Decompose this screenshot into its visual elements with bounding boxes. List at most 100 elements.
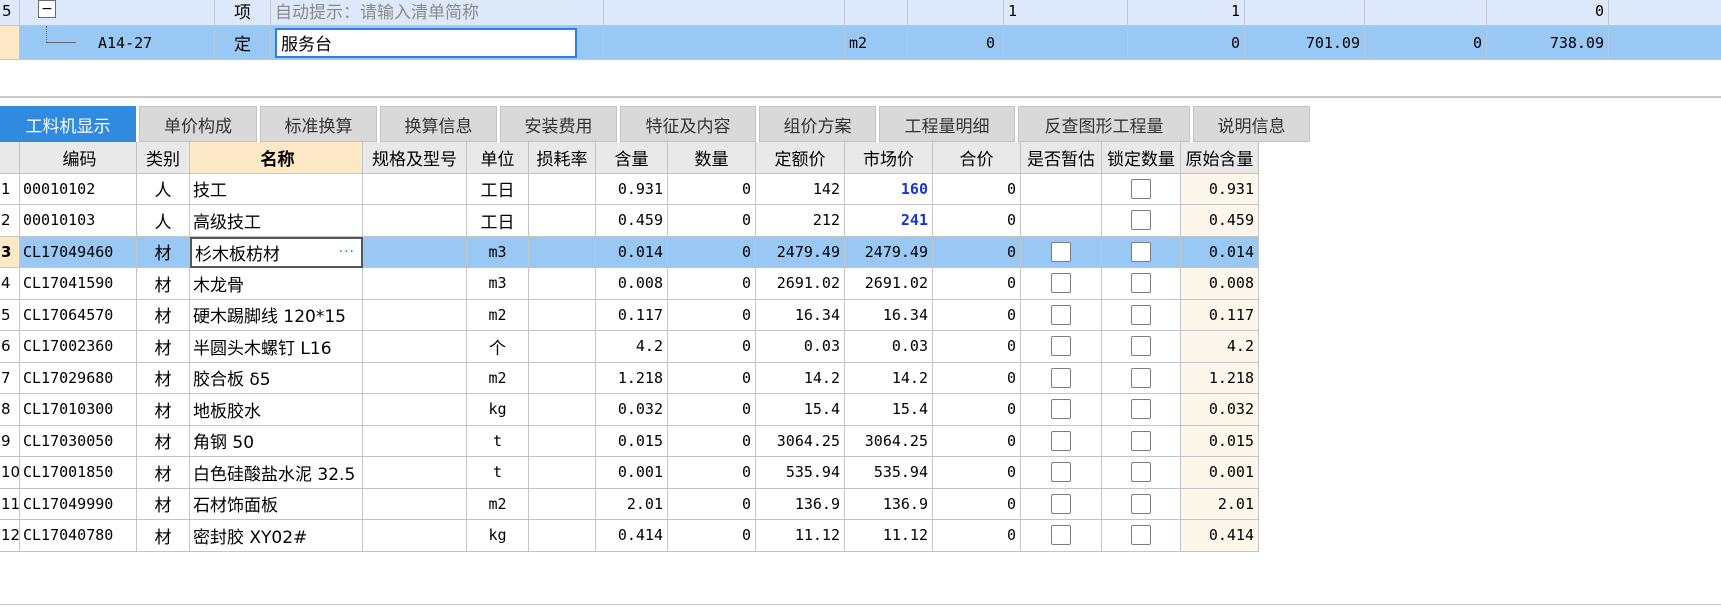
unit-cell[interactable]: m2: [467, 299, 529, 331]
col-header-lock-qty[interactable]: 锁定数量: [1102, 142, 1181, 174]
provisional-cell[interactable]: [1021, 457, 1102, 489]
spec-cell[interactable]: [363, 299, 467, 331]
content-cell[interactable]: 0.459: [596, 205, 668, 237]
table-row[interactable]: 4 CL17041590 材木龙骨 m3 0.008 0 2691.02 2691.02 0 0.…: [0, 268, 1259, 300]
market-price-cell[interactable]: 241: [845, 205, 933, 237]
tab-pricing-plan[interactable]: 组价方案: [759, 106, 876, 142]
lock-qty-checkbox[interactable]: [1131, 430, 1151, 451]
provisional-checkbox[interactable]: [1051, 367, 1071, 388]
provisional-cell[interactable]: [1021, 205, 1102, 237]
col-header-unit[interactable]: 单位: [467, 142, 529, 174]
tab-install-fee[interactable]: 安装费用: [500, 106, 617, 142]
quantity-cell[interactable]: 0: [668, 268, 756, 300]
table-row[interactable]: 2 00010103 人高级技工 工日 0.459 0 212 241 0 0.459: [0, 205, 1259, 237]
unit-cell[interactable]: m3: [467, 236, 529, 268]
table-row[interactable]: 8 CL17010300 材地板胶水 kg 0.032 0 15.4 15.4 0 0.032: [0, 394, 1259, 426]
provisional-checkbox[interactable]: [1051, 430, 1071, 451]
more-icon[interactable]: ···: [339, 244, 355, 260]
category-cell[interactable]: 材: [137, 520, 190, 552]
lock-qty-checkbox[interactable]: [1131, 273, 1151, 294]
item-name-cell[interactable]: 自动提示：请输入清单简称: [271, 0, 604, 26]
market-price-cell[interactable]: 2691.02: [845, 268, 933, 300]
provisional-cell[interactable]: [1021, 173, 1102, 205]
unit-cell[interactable]: t: [467, 425, 529, 457]
code-cell[interactable]: CL17041590: [20, 268, 137, 300]
unit-cell[interactable]: 个: [467, 331, 529, 363]
lock-qty-cell[interactable]: [1102, 488, 1181, 520]
item-row[interactable]: 5 − 项 自动提示：请输入清单简称 1 1 0: [0, 0, 1721, 26]
lock-qty-cell[interactable]: [1102, 362, 1181, 394]
category-cell[interactable]: 人: [137, 173, 190, 205]
code-cell[interactable]: CL17064570: [20, 299, 137, 331]
name-cell[interactable]: 硬木踢脚线 120*15: [190, 299, 363, 331]
item-row-selected[interactable]: A14-27 定 服务台 m2 0 0 701.09 0 738.09: [0, 26, 1721, 60]
name-cell[interactable]: 高级技工: [190, 205, 363, 237]
quantity-cell[interactable]: 0: [668, 425, 756, 457]
provisional-checkbox[interactable]: [1051, 241, 1071, 262]
quantity-cell[interactable]: 0: [668, 457, 756, 489]
loss-rate-cell[interactable]: [529, 520, 596, 552]
content-cell[interactable]: 0.414: [596, 520, 668, 552]
content-cell[interactable]: 2.01: [596, 488, 668, 520]
code-cell[interactable]: 00010103: [20, 205, 137, 237]
col-header-original-content[interactable]: 原始含量: [1181, 142, 1259, 174]
quantity-cell[interactable]: 0: [668, 331, 756, 363]
lock-qty-cell[interactable]: [1102, 299, 1181, 331]
lock-qty-checkbox[interactable]: [1131, 399, 1151, 420]
quantity-cell[interactable]: 0: [668, 520, 756, 552]
market-price-cell[interactable]: 535.94: [845, 457, 933, 489]
provisional-cell[interactable]: [1021, 362, 1102, 394]
category-cell[interactable]: 材: [137, 236, 190, 268]
market-price-cell[interactable]: 136.9: [845, 488, 933, 520]
unit-cell[interactable]: m3: [467, 268, 529, 300]
lock-qty-checkbox[interactable]: [1131, 241, 1151, 262]
unit-cell[interactable]: kg: [467, 520, 529, 552]
content-cell[interactable]: 0.001: [596, 457, 668, 489]
unit-cell[interactable]: m2: [467, 362, 529, 394]
name-cell[interactable]: 密封胶 XY02#: [190, 520, 363, 552]
market-price-cell[interactable]: 0.03: [845, 331, 933, 363]
lock-qty-checkbox[interactable]: [1131, 462, 1151, 483]
market-price-cell[interactable]: 160: [845, 173, 933, 205]
quantity-cell[interactable]: 0: [668, 236, 756, 268]
provisional-checkbox[interactable]: [1051, 525, 1071, 546]
lock-qty-cell[interactable]: [1102, 268, 1181, 300]
provisional-cell[interactable]: [1021, 488, 1102, 520]
lock-qty-cell[interactable]: [1102, 520, 1181, 552]
content-cell[interactable]: 0.931: [596, 173, 668, 205]
content-cell[interactable]: 0.117: [596, 299, 668, 331]
lock-qty-checkbox[interactable]: [1131, 367, 1151, 388]
col-header-market-price[interactable]: 市场价: [845, 142, 933, 174]
tab-features[interactable]: 特征及内容: [620, 106, 756, 142]
tab-labor-material[interactable]: 工料机显示: [0, 106, 136, 142]
code-cell[interactable]: CL17040780: [20, 520, 137, 552]
col-header-category[interactable]: 类别: [137, 142, 190, 174]
name-cell[interactable]: 角钢 50: [190, 425, 363, 457]
category-cell[interactable]: 材: [137, 299, 190, 331]
collapse-icon[interactable]: −: [38, 0, 56, 18]
code-cell[interactable]: 00010102: [20, 173, 137, 205]
code-cell[interactable]: CL17002360: [20, 331, 137, 363]
loss-rate-cell[interactable]: [529, 299, 596, 331]
spec-cell[interactable]: [363, 362, 467, 394]
lock-qty-checkbox[interactable]: [1131, 525, 1151, 546]
provisional-cell[interactable]: [1021, 394, 1102, 426]
lock-qty-cell[interactable]: [1102, 457, 1181, 489]
table-row-selected[interactable]: 3 CL17049460 材杉木板枋材 ··· m3 0.014 0 2479.49 2479.…: [0, 236, 1259, 268]
tab-reverse-check[interactable]: 反查图形工程量: [1018, 106, 1190, 142]
lock-qty-cell[interactable]: [1102, 205, 1181, 237]
provisional-checkbox[interactable]: [1051, 273, 1071, 294]
loss-rate-cell[interactable]: [529, 425, 596, 457]
spec-cell[interactable]: [363, 488, 467, 520]
name-cell[interactable]: 杉木板枋材 ···: [190, 236, 363, 268]
provisional-cell[interactable]: [1021, 425, 1102, 457]
col-header-loss-rate[interactable]: 损耗率: [529, 142, 596, 174]
quantity-cell[interactable]: 0: [668, 362, 756, 394]
col-header-code[interactable]: 编码: [20, 142, 137, 174]
category-cell[interactable]: 材: [137, 457, 190, 489]
tab-description[interactable]: 说明信息: [1193, 106, 1310, 142]
item-name-input[interactable]: 服务台: [275, 27, 577, 58]
lock-qty-checkbox[interactable]: [1131, 178, 1151, 199]
name-cell[interactable]: 木龙骨: [190, 268, 363, 300]
market-price-cell[interactable]: 14.2: [845, 362, 933, 394]
